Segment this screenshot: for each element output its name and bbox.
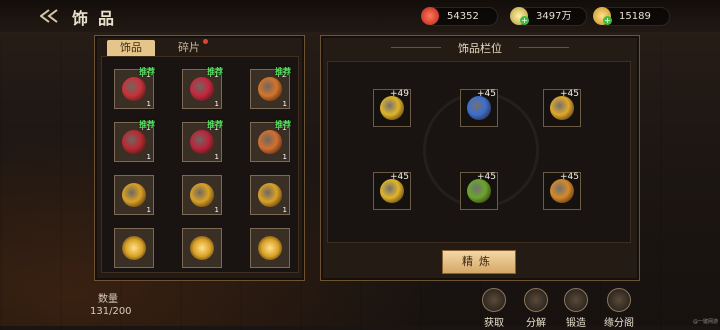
- obtain-button[interactable]: 获取: [476, 288, 512, 329]
- resource-gold-value: 15189: [619, 11, 651, 22]
- accessory-icon: [190, 236, 214, 260]
- back-arrow-icon[interactable]: [40, 9, 62, 23]
- item-count: 1: [214, 153, 219, 161]
- slot-level: +45: [477, 172, 496, 182]
- gem-icon: [421, 7, 439, 25]
- accessory-item-slot[interactable]: +1 1 推荐: [114, 67, 155, 109]
- accessory-list-panel: 饰品 碎片 +1 1 推荐 +1 1 推荐 +2 1 推荐 +1 1 推荐 +1 1 推荐 +1 1 推荐 1 1 1: [94, 35, 305, 281]
- decompose-label: 分解: [526, 318, 546, 329]
- slot-level: +45: [477, 89, 496, 99]
- accessory-slots-panel: 饰品栏位 +49 +45 +45 +45 +45 +45 精炼: [320, 35, 640, 281]
- top-bar: 饰品 54352 + 3497万 + 15189: [0, 0, 720, 32]
- accessory-icon: [122, 77, 146, 101]
- resource-gem-value: 54352: [447, 11, 479, 22]
- forge-button[interactable]: 锻造: [558, 288, 594, 329]
- item-count: 1: [146, 206, 151, 214]
- recommend-tag: 推荐: [207, 120, 223, 129]
- item-count: 1: [146, 100, 151, 108]
- item-count: 1: [214, 206, 219, 214]
- accessory-item-slot[interactable]: [114, 228, 154, 268]
- accessory-icon: [190, 77, 214, 101]
- equipped-accessory-slot[interactable]: +45: [460, 172, 498, 210]
- accessory-icon: [122, 236, 146, 260]
- resource-gold: + 15189: [593, 7, 670, 26]
- recommend-tag: 推荐: [275, 67, 291, 76]
- item-count: 1: [146, 153, 151, 161]
- equipped-accessory-slot[interactable]: +45: [543, 89, 581, 127]
- recommend-tag: 推荐: [207, 67, 223, 76]
- slots-title: 饰品栏位: [321, 40, 639, 56]
- accessory-item-slot[interactable]: +1 1 推荐: [182, 120, 223, 162]
- tab-accessories[interactable]: 饰品: [107, 40, 155, 56]
- recommend-tag: 推荐: [139, 120, 155, 129]
- item-count: 1: [282, 100, 287, 108]
- add-silver-icon[interactable]: +: [520, 16, 529, 25]
- fate-pavilion-button[interactable]: 缘分阁: [598, 288, 640, 329]
- accessory-icon: [258, 130, 282, 154]
- slot-level: +45: [560, 172, 579, 182]
- item-count: 1: [282, 206, 287, 214]
- accessory-item-slot[interactable]: [182, 228, 222, 268]
- accessory-item-slot[interactable]: 1: [114, 175, 154, 215]
- accessory-icon: [467, 96, 491, 120]
- equipped-accessory-slot[interactable]: +45: [373, 172, 411, 210]
- hammer-icon: [564, 288, 588, 312]
- accessory-icon: [190, 130, 214, 154]
- accessory-icon: [258, 236, 282, 260]
- notification-dot: [203, 39, 208, 44]
- watermark: @一键网游: [692, 319, 718, 325]
- inventory-count: 131/200: [90, 306, 132, 317]
- slot-level: +45: [390, 172, 409, 182]
- resource-silver: + 3497万: [510, 7, 587, 26]
- slot-level: +45: [560, 89, 579, 99]
- equipped-accessory-slot[interactable]: +45: [543, 172, 581, 210]
- obtain-icon: [482, 288, 506, 312]
- accessory-icon: [380, 179, 404, 203]
- accessory-icon: [550, 179, 574, 203]
- accessory-icon: [258, 183, 282, 207]
- forge-label: 锻造: [566, 318, 586, 329]
- resource-silver-value: 3497万: [536, 11, 572, 22]
- accessory-item-slot[interactable]: 1: [182, 175, 222, 215]
- accessory-icon: [122, 183, 146, 207]
- pavilion-icon: [607, 288, 631, 312]
- recommend-tag: 推荐: [139, 67, 155, 76]
- accessory-item-slot[interactable]: [250, 228, 290, 268]
- accessory-item-slot[interactable]: +1 1 推荐: [250, 120, 291, 162]
- decompose-icon: [524, 288, 548, 312]
- accessory-item-slot[interactable]: +2 1 推荐: [250, 67, 291, 109]
- slots-area: +49 +45 +45 +45 +45 +45: [327, 61, 631, 243]
- accessory-icon: [380, 96, 404, 120]
- accessory-item-slot[interactable]: +1 1 推荐: [182, 67, 223, 109]
- accessory-icon: [467, 179, 491, 203]
- accessory-icon: [258, 77, 282, 101]
- refine-button[interactable]: 精炼: [442, 250, 516, 274]
- fate-pavilion-label: 缘分阁: [604, 318, 634, 329]
- add-gold-icon[interactable]: +: [603, 16, 612, 25]
- accessory-icon: [550, 96, 574, 120]
- accessory-grid: +1 1 推荐 +1 1 推荐 +2 1 推荐 +1 1 推荐 +1 1 推荐 +1 1 推荐 1 1 1: [101, 56, 299, 273]
- inventory-label: 数量: [98, 294, 118, 305]
- accessory-item-slot[interactable]: 1: [250, 175, 290, 215]
- slot-level: +49: [390, 89, 409, 99]
- accessory-item-slot[interactable]: +1 1 推荐: [114, 120, 155, 162]
- equipped-accessory-slot[interactable]: +49: [373, 89, 411, 127]
- accessory-icon: [122, 130, 146, 154]
- decompose-button[interactable]: 分解: [518, 288, 554, 329]
- recommend-tag: 推荐: [275, 120, 291, 129]
- obtain-label: 获取: [484, 318, 504, 329]
- equipped-accessory-slot[interactable]: +45: [460, 89, 498, 127]
- accessory-icon: [190, 183, 214, 207]
- page-title: 饰品: [72, 9, 125, 28]
- resource-gem: 54352: [421, 7, 498, 26]
- item-count: 1: [282, 153, 287, 161]
- item-count: 1: [214, 100, 219, 108]
